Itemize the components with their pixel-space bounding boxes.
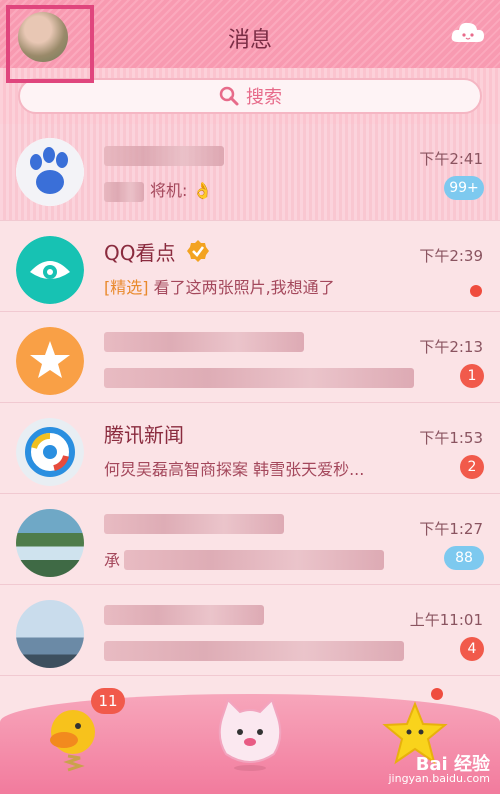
landscape-avatar <box>16 509 84 577</box>
conversation-row[interactable]: QQ看点 [精选] 看了这两张照片,我想通了 下午2:39 <box>0 221 500 312</box>
conversation-row[interactable]: 腾讯新闻 何炅吴磊高智商探案 韩雪张天爱秒... 下午1:53 2 <box>0 403 500 494</box>
name-redacted <box>104 332 304 352</box>
cloud-icon[interactable] <box>450 20 486 44</box>
conversation-row[interactable]: 下午2:13 1 <box>0 312 500 403</box>
avatar-highlight-box <box>6 5 94 83</box>
timestamp: 下午2:13 <box>419 338 483 356</box>
message-preview: [精选] 看了这两张照片,我想通了 <box>104 278 335 297</box>
timestamp: 上午11:01 <box>409 611 483 629</box>
message-redacted <box>104 368 414 388</box>
conversation-list: 将机: 👌 下午2:41 99+ QQ看点 [精选] 看了这两张照片,我想通了 … <box>0 124 500 676</box>
watermark: Bai 经验 jingyan.baidu.com <box>388 754 490 786</box>
conversation-row[interactable]: 承 下午1:27 88 <box>0 494 500 585</box>
news-logo-icon <box>16 418 84 486</box>
unread-badge: 99+ <box>444 176 484 200</box>
dynamic-unread-dot <box>431 688 443 700</box>
paw-icon <box>16 138 84 206</box>
contact-name: QQ看点 <box>104 237 210 266</box>
conversation-row[interactable]: 将机: 👌 下午2:41 99+ <box>0 124 500 221</box>
eye-icon <box>16 236 84 304</box>
name-redacted <box>104 146 224 166</box>
star-icon <box>16 327 84 395</box>
tab-contacts-cat-icon[interactable] <box>214 698 286 774</box>
message-preview: 何炅吴磊高智商探案 韩雪张天爱秒... <box>104 460 365 479</box>
conversation-row[interactable]: 上午11:01 4 <box>0 585 500 676</box>
unread-badge: 2 <box>460 455 484 479</box>
message-preview: 承 <box>104 551 121 570</box>
message-preview: 将机: 👌 <box>150 181 213 200</box>
unread-dot <box>470 285 482 297</box>
name-redacted <box>104 514 284 534</box>
message-redacted <box>104 182 144 202</box>
search-input[interactable]: 搜索 <box>18 78 482 114</box>
contact-name: 腾讯新闻 <box>104 423 184 447</box>
city-avatar <box>16 600 84 668</box>
timestamp: 下午1:27 <box>419 520 483 538</box>
timestamp: 下午1:53 <box>419 429 483 447</box>
unread-badge: 1 <box>460 364 484 388</box>
timestamp: 下午2:39 <box>419 247 483 265</box>
messages-unread-badge: 11 <box>91 688 125 714</box>
message-redacted <box>104 641 404 661</box>
unread-badge: 88 <box>444 546 484 570</box>
search-placeholder: 搜索 <box>246 87 282 108</box>
message-redacted <box>124 550 384 570</box>
timestamp: 下午2:41 <box>419 150 483 168</box>
unread-badge: 4 <box>460 637 484 661</box>
search-icon <box>219 86 239 106</box>
name-redacted <box>104 605 264 625</box>
verified-icon <box>186 240 209 262</box>
